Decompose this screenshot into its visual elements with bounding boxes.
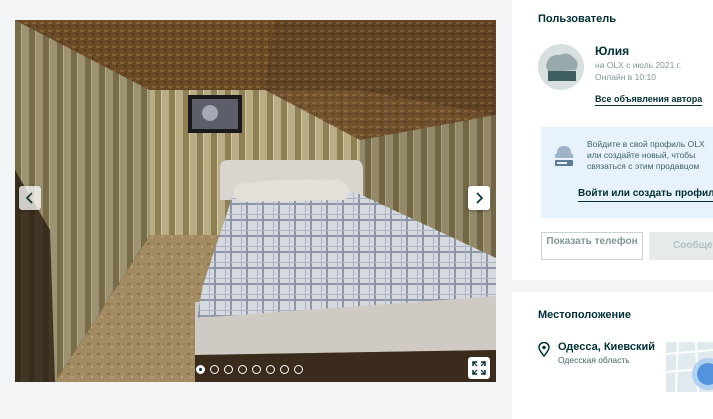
- user-avatar-icon: [538, 44, 584, 90]
- seller-name: Юлия: [595, 44, 630, 58]
- chevron-right-icon: [476, 192, 484, 204]
- location-card: Местоположение Одесса, Киевский Одесская…: [512, 292, 713, 419]
- prev-photo-button[interactable]: [19, 186, 41, 210]
- avatar[interactable]: [538, 44, 584, 90]
- show-phone-button[interactable]: Показать телефон: [541, 232, 643, 260]
- pagination-dot[interactable]: [238, 365, 247, 374]
- chevron-left-icon: [25, 192, 33, 204]
- location-section-title: Местоположение: [538, 309, 632, 321]
- pagination-dot[interactable]: [196, 365, 205, 374]
- seller-section-title: Пользователь: [538, 13, 617, 25]
- photo-gallery[interactable]: [15, 20, 496, 382]
- map-preview[interactable]: [666, 342, 713, 392]
- pagination-dot[interactable]: [210, 365, 219, 374]
- online-status: Онлайн в 10:10: [595, 72, 656, 82]
- seller-card: Пользователь Юлия на OLX с июль 2021 г. …: [512, 0, 713, 280]
- pagination-dot[interactable]: [294, 365, 303, 374]
- login-prompt: Войдите в свой профиль OLX или создайте …: [541, 127, 713, 218]
- pagination-dot[interactable]: [224, 365, 233, 374]
- listing-photo[interactable]: [15, 20, 496, 382]
- login-or-register-link[interactable]: Войти или создать профиль: [578, 188, 713, 202]
- profile-cloud-icon: [554, 146, 574, 166]
- all-ads-link[interactable]: Все объявления автора: [595, 94, 703, 106]
- login-prompt-text: Войдите в свой профиль OLX или создайте …: [587, 139, 705, 171]
- pagination-dot[interactable]: [280, 365, 289, 374]
- fullscreen-icon: [472, 361, 486, 375]
- photo-pagination: [196, 365, 303, 374]
- next-photo-button[interactable]: [468, 186, 490, 210]
- pagination-dot[interactable]: [252, 365, 261, 374]
- map-thumbnail-icon: [666, 342, 713, 392]
- map-pin-icon: [538, 342, 550, 357]
- location-region: Одесская область: [558, 355, 630, 365]
- location-city: Одесса, Киевский: [558, 341, 656, 353]
- member-since: на OLX с июль 2021 г.: [595, 60, 682, 70]
- message-button[interactable]: Сообщение: [649, 232, 713, 260]
- pagination-dot[interactable]: [266, 365, 275, 374]
- fullscreen-button[interactable]: [468, 357, 490, 379]
